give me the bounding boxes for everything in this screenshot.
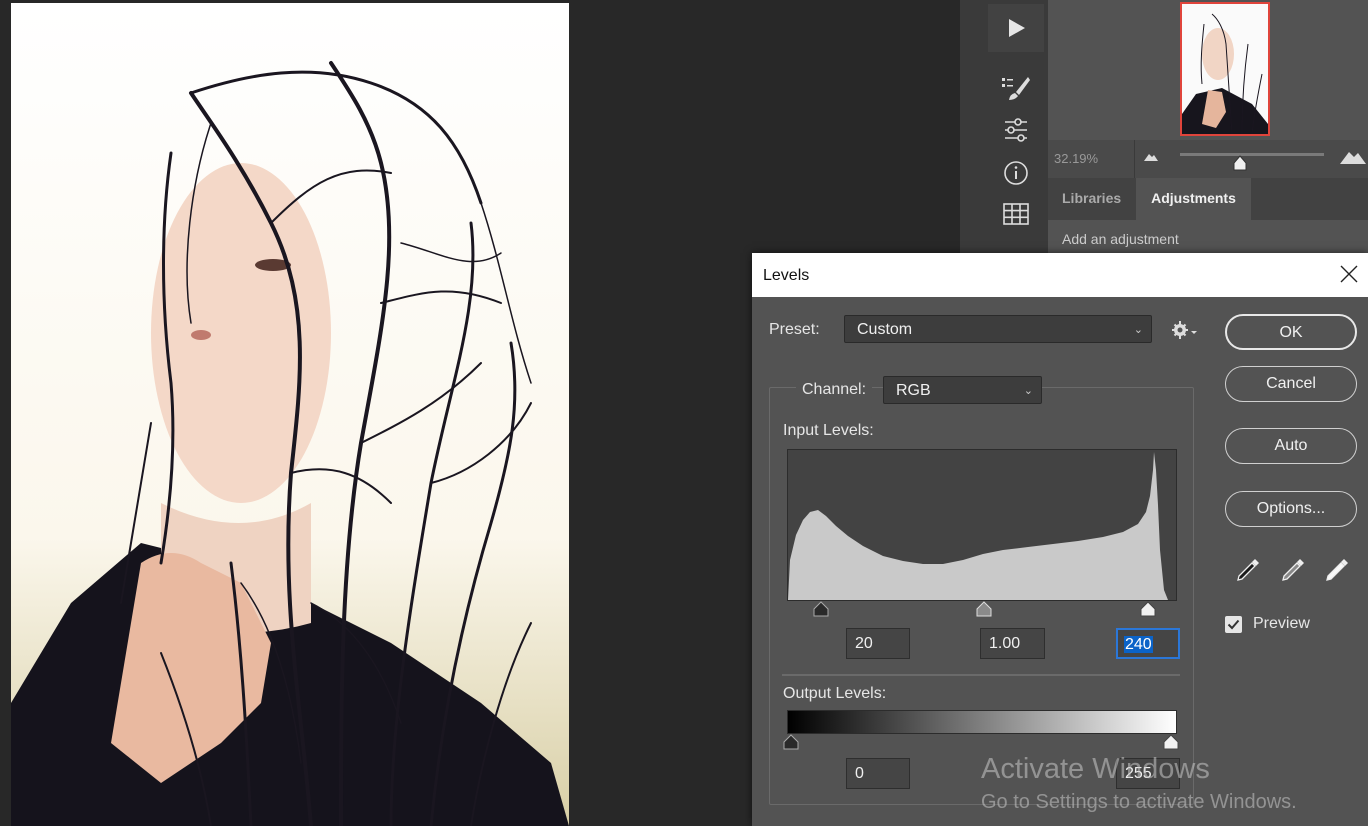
output-levels-label: Output Levels: [783,685,887,702]
levels-dialog: Levels Preset: Custom ⌄ Channel: RGB ⌄ I… [752,253,1368,826]
output-gradient [787,710,1177,734]
double-exposure-portrait [11,3,569,826]
zoom-box: 32.19% [1048,140,1135,178]
output-black-slider[interactable] [783,734,799,750]
adjustments-hint: Add an adjustment [1062,231,1179,247]
mountain-large-icon[interactable] [1340,148,1366,164]
preview-checkbox[interactable] [1225,616,1242,633]
auto-button[interactable]: Auto [1225,428,1357,464]
dialog-title: Levels [763,267,810,284]
input-white-field[interactable]: 240 [1116,628,1180,659]
grid-icon [1003,203,1029,225]
eyedropper-white-icon[interactable] [1322,555,1352,585]
channel-value: RGB [896,382,931,399]
channel-select[interactable]: RGB ⌄ [883,376,1042,404]
input-black-slider[interactable] [813,601,829,617]
preview-label: Preview [1253,615,1310,632]
dialog-titlebar[interactable]: Levels [752,253,1368,297]
zoom-value[interactable]: 32.19% [1054,151,1098,166]
input-black-field[interactable]: 20 [846,628,910,659]
eyedropper-gray-icon[interactable] [1278,555,1308,585]
mountain-small-icon[interactable] [1144,151,1158,161]
preset-select[interactable]: Custom ⌄ [844,315,1152,343]
swatches-panel-button[interactable] [988,194,1044,234]
checkmark-icon [1227,619,1240,630]
zoom-slider-track[interactable] [1180,153,1324,156]
close-icon[interactable] [1338,263,1360,285]
gear-icon[interactable] [1172,321,1198,339]
brush-settings-button[interactable] [988,68,1044,108]
zoom-row: 32.19% [1048,140,1368,178]
cancel-button[interactable]: Cancel [1225,366,1357,402]
thumbnail-image [1182,4,1268,134]
tab-libraries[interactable]: Libraries [1048,178,1135,220]
play-icon [1009,19,1025,37]
info-icon [1004,161,1028,185]
chevron-down-icon: ⌄ [1023,385,1033,397]
actions-play-button[interactable] [988,4,1044,52]
divider [782,674,1180,676]
navigator-thumbnail[interactable] [1180,2,1270,136]
output-black-field[interactable]: 0 [846,758,910,789]
preset-label: Preset: [769,321,820,338]
output-white-slider[interactable] [1163,734,1179,750]
options-button[interactable]: Options... [1225,491,1357,527]
eyedropper-black-icon[interactable] [1233,555,1263,585]
channel-label: Channel: [796,381,873,399]
navigator-panel [1048,0,1368,140]
sliders-icon [1005,118,1027,142]
input-gamma-slider[interactable] [976,601,992,617]
brush-icon [1002,77,1030,100]
input-white-value: 240 [1124,636,1153,653]
info-panel-button[interactable] [988,153,1044,193]
tab-adjustments[interactable]: Adjustments [1136,178,1251,220]
histogram [787,449,1177,601]
input-gamma-field[interactable]: 1.00 [980,628,1045,659]
histogram-graph [788,452,1168,600]
adjustments-panel-button[interactable] [988,110,1044,150]
document-image[interactable] [11,3,569,826]
chevron-down-icon: ⌄ [1133,324,1143,336]
zoom-slider-thumb[interactable] [1232,155,1248,171]
activation-watermark-subtitle: Go to Settings to activate Windows. [981,791,1297,813]
ok-button[interactable]: OK [1225,314,1357,350]
panel-tabs: Libraries Adjustments [1048,178,1368,220]
activation-watermark-title: Activate Windows [981,753,1210,785]
input-levels-label: Input Levels: [783,422,874,439]
preset-value: Custom [857,321,913,338]
input-white-slider[interactable] [1140,601,1156,617]
